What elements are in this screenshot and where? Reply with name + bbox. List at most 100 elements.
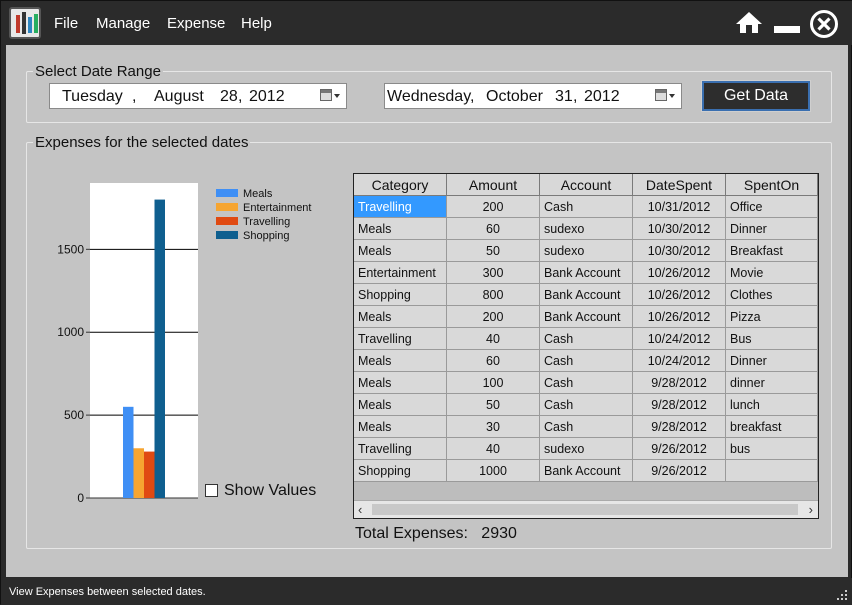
cell-category[interactable]: Meals: [354, 394, 447, 416]
cell-datespent[interactable]: 9/26/2012: [633, 460, 726, 482]
cell-amount[interactable]: 50: [447, 240, 540, 262]
table-row[interactable]: Meals 200 Bank Account 10/26/2012 Pizza: [354, 306, 818, 328]
cell-amount[interactable]: 200: [447, 196, 540, 218]
cell-spenton[interactable]: breakfast: [726, 416, 818, 438]
menu-help[interactable]: Help: [241, 15, 272, 32]
cell-datespent[interactable]: 10/30/2012: [633, 218, 726, 240]
cell-spenton[interactable]: Bus: [726, 328, 818, 350]
cell-amount[interactable]: 60: [447, 350, 540, 372]
cell-datespent[interactable]: 10/24/2012: [633, 350, 726, 372]
cell-amount[interactable]: 40: [447, 438, 540, 460]
table-row[interactable]: Shopping 1000 Bank Account 9/26/2012: [354, 460, 818, 482]
cell-category[interactable]: Meals: [354, 416, 447, 438]
cell-account[interactable]: Cash: [540, 350, 633, 372]
cell-spenton[interactable]: Movie: [726, 262, 818, 284]
cell-category[interactable]: Shopping: [354, 460, 447, 482]
cell-spenton[interactable]: [726, 460, 818, 482]
cell-amount[interactable]: 1000: [447, 460, 540, 482]
cell-amount[interactable]: 200: [447, 306, 540, 328]
cell-spenton[interactable]: Breakfast: [726, 240, 818, 262]
cell-account[interactable]: Bank Account: [540, 284, 633, 306]
scroll-right-icon[interactable]: ›: [809, 502, 813, 517]
cell-spenton[interactable]: Dinner: [726, 350, 818, 372]
cell-spenton[interactable]: dinner: [726, 372, 818, 394]
cell-datespent[interactable]: 9/28/2012: [633, 416, 726, 438]
cell-category[interactable]: Meals: [354, 306, 447, 328]
cell-account[interactable]: Bank Account: [540, 460, 633, 482]
cell-datespent[interactable]: 9/26/2012: [633, 438, 726, 460]
column-header-spenton[interactable]: SpentOn: [726, 174, 818, 196]
cell-account[interactable]: Bank Account: [540, 262, 633, 284]
cell-datespent[interactable]: 9/28/2012: [633, 372, 726, 394]
cell-account[interactable]: sudexo: [540, 240, 633, 262]
cell-category[interactable]: Meals: [354, 350, 447, 372]
cell-spenton[interactable]: bus: [726, 438, 818, 460]
cell-datespent[interactable]: 10/31/2012: [633, 196, 726, 218]
column-header-datespent[interactable]: DateSpent: [633, 174, 726, 196]
menu-manage[interactable]: Manage: [96, 15, 150, 32]
cell-category[interactable]: Entertainment: [354, 262, 447, 284]
table-row[interactable]: Travelling 40 sudexo 9/26/2012 bus: [354, 438, 818, 460]
cell-amount[interactable]: 50: [447, 394, 540, 416]
cell-account[interactable]: sudexo: [540, 438, 633, 460]
cell-category[interactable]: Meals: [354, 218, 447, 240]
cell-account[interactable]: Bank Account: [540, 306, 633, 328]
table-row[interactable]: Entertainment 300 Bank Account 10/26/2012 Mo…: [354, 262, 818, 284]
cell-amount[interactable]: 300: [447, 262, 540, 284]
cell-amount[interactable]: 40: [447, 328, 540, 350]
table-row[interactable]: Meals 50 Cash 9/28/2012 lunch: [354, 394, 818, 416]
menu-expense[interactable]: Expense: [167, 15, 225, 32]
cell-account[interactable]: Cash: [540, 328, 633, 350]
cell-account[interactable]: Cash: [540, 394, 633, 416]
cell-datespent[interactable]: 10/26/2012: [633, 262, 726, 284]
scrollbar-thumb[interactable]: [372, 504, 798, 515]
cell-amount[interactable]: 800: [447, 284, 540, 306]
home-icon[interactable]: [735, 9, 763, 35]
column-header-category[interactable]: Category: [354, 174, 447, 196]
table-row[interactable]: Travelling 200 Cash 10/31/2012 Office: [354, 196, 818, 218]
cell-category[interactable]: Meals: [354, 240, 447, 262]
cell-datespent[interactable]: 9/28/2012: [633, 394, 726, 416]
scroll-left-icon[interactable]: ‹: [358, 502, 362, 517]
table-row[interactable]: Shopping 800 Bank Account 10/26/2012 Clothes: [354, 284, 818, 306]
cell-amount[interactable]: 60: [447, 218, 540, 240]
cell-category[interactable]: Travelling: [354, 438, 447, 460]
menu-file[interactable]: File: [54, 15, 78, 32]
cell-account[interactable]: Cash: [540, 416, 633, 438]
cell-datespent[interactable]: 10/26/2012: [633, 284, 726, 306]
cell-account[interactable]: Cash: [540, 196, 633, 218]
table-row[interactable]: Meals 50 sudexo 10/30/2012 Breakfast: [354, 240, 818, 262]
cell-account[interactable]: sudexo: [540, 218, 633, 240]
horizontal-scrollbar[interactable]: ‹ ›: [354, 500, 818, 518]
minimize-icon[interactable]: [773, 9, 801, 35]
total-label: Total Expenses:: [355, 525, 468, 542]
cell-datespent[interactable]: 10/24/2012: [633, 328, 726, 350]
cell-category[interactable]: Meals: [354, 372, 447, 394]
table-row[interactable]: Meals 100 Cash 9/28/2012 dinner: [354, 372, 818, 394]
cell-spenton[interactable]: lunch: [726, 394, 818, 416]
table-row[interactable]: Meals 60 Cash 10/24/2012 Dinner: [354, 350, 818, 372]
table-row[interactable]: Travelling 40 Cash 10/24/2012 Bus: [354, 328, 818, 350]
table-row[interactable]: Meals 60 sudexo 10/30/2012 Dinner: [354, 218, 818, 240]
cell-datespent[interactable]: 10/26/2012: [633, 306, 726, 328]
legend-label: Entertainment: [243, 202, 311, 214]
cell-category[interactable]: Travelling: [354, 196, 447, 218]
column-header-account[interactable]: Account: [540, 174, 633, 196]
expenses-table[interactable]: Category Amount Account DateSpent SpentO…: [353, 173, 819, 519]
main-panel: Select Date Range Tuesday , August 28 , …: [6, 45, 848, 577]
resize-grip-icon[interactable]: [837, 590, 847, 600]
close-icon[interactable]: [809, 9, 839, 39]
cell-spenton[interactable]: Clothes: [726, 284, 818, 306]
cell-amount[interactable]: 100: [447, 372, 540, 394]
cell-amount[interactable]: 30: [447, 416, 540, 438]
cell-account[interactable]: Cash: [540, 372, 633, 394]
cell-category[interactable]: Travelling: [354, 328, 447, 350]
table-row[interactable]: Meals 30 Cash 9/28/2012 breakfast: [354, 416, 818, 438]
cell-spenton[interactable]: Dinner: [726, 218, 818, 240]
column-header-amount[interactable]: Amount: [447, 174, 540, 196]
cell-spenton[interactable]: Pizza: [726, 306, 818, 328]
cell-category[interactable]: Shopping: [354, 284, 447, 306]
cell-datespent[interactable]: 10/30/2012: [633, 240, 726, 262]
show-values-checkbox[interactable]: [205, 484, 218, 497]
cell-spenton[interactable]: Office: [726, 196, 818, 218]
